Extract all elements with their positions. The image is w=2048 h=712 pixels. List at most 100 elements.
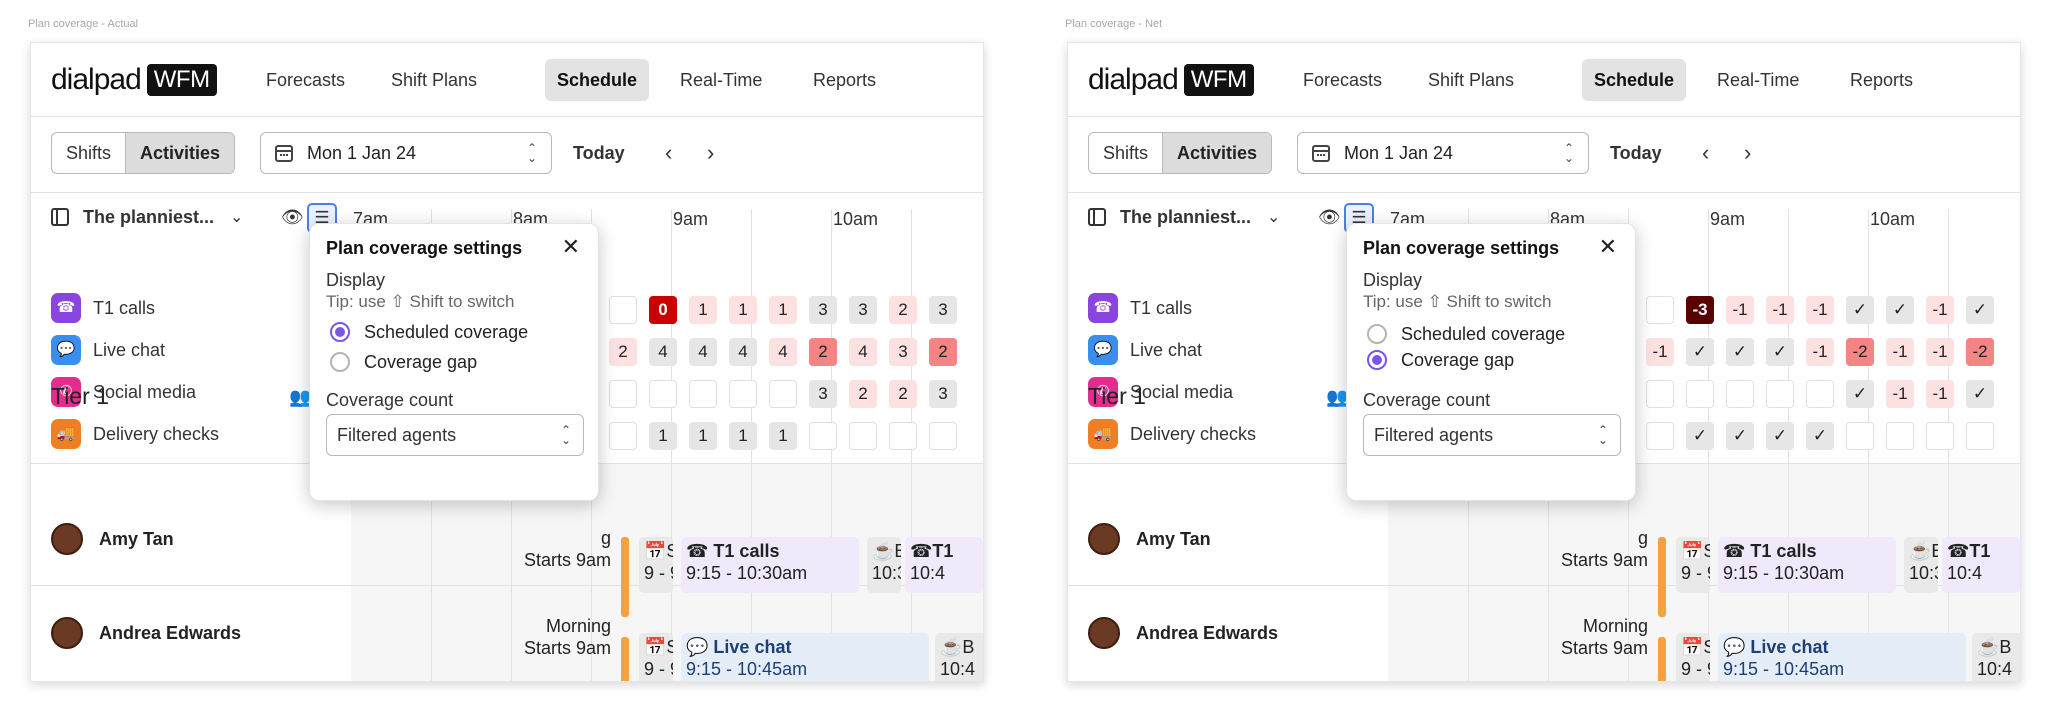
t1-calls-block[interactable]: ☎ T1 calls 9:15 - 10:30am xyxy=(1718,537,1896,593)
activity-block[interactable]: 📅S 9 - 9 xyxy=(639,537,673,593)
coverage-count-select[interactable]: Filtered agents ⌃ ⌄ xyxy=(1363,414,1621,456)
shift-bar[interactable] xyxy=(621,537,629,617)
coverage-cell[interactable] xyxy=(1846,422,1874,450)
coverage-cell[interactable] xyxy=(929,422,957,450)
coverage-cell[interactable] xyxy=(1646,422,1674,450)
coverage-cell[interactable] xyxy=(1646,380,1674,408)
coverage-cell[interactable]: -1 xyxy=(1926,338,1954,366)
coverage-cell[interactable]: 4 xyxy=(849,338,877,366)
coverage-cell[interactable] xyxy=(1686,380,1714,408)
coverage-count-select[interactable]: Filtered agents ⌃ ⌄ xyxy=(326,414,584,456)
coverage-cell[interactable]: ✓ xyxy=(1686,338,1714,366)
coverage-cell[interactable] xyxy=(609,296,637,324)
coverage-cell[interactable]: -1 xyxy=(1806,296,1834,324)
nav-shift-plans[interactable]: Shift Plans xyxy=(379,59,489,101)
today-button[interactable]: Today xyxy=(573,132,625,174)
break-block[interactable]: ☕B 10:3 xyxy=(1904,537,1938,593)
coverage-cell[interactable]: 2 xyxy=(849,380,877,408)
coverage-cell[interactable]: 1 xyxy=(729,296,757,324)
coverage-cell[interactable]: ✓ xyxy=(1966,380,1994,408)
coverage-cell[interactable]: 3 xyxy=(929,380,957,408)
t1-calls-block[interactable]: ☎T1 10:4 xyxy=(1942,537,2020,593)
coverage-cell[interactable]: 2 xyxy=(609,338,637,366)
break-block[interactable]: ☕B 10:4 xyxy=(1972,633,2020,681)
nav-real-time[interactable]: Real-Time xyxy=(1705,59,1811,101)
coverage-cell[interactable]: ✓ xyxy=(1886,296,1914,324)
coverage-cell[interactable]: -2 xyxy=(1966,338,1994,366)
coverage-cell[interactable]: ✓ xyxy=(1846,380,1874,408)
coverage-cell[interactable] xyxy=(1926,422,1954,450)
close-icon[interactable]: ✕ xyxy=(562,234,580,260)
coverage-cell[interactable] xyxy=(609,380,637,408)
coverage-cell[interactable] xyxy=(889,422,917,450)
coverage-cell[interactable]: ✓ xyxy=(1726,338,1754,366)
coverage-cell[interactable] xyxy=(689,380,717,408)
coverage-cell[interactable]: 1 xyxy=(769,296,797,324)
dialpad-wfm-logo[interactable]: dialpad WFM xyxy=(51,63,217,97)
activity-block[interactable]: 📅S 9 - 9 xyxy=(1676,633,1710,681)
coverage-cell[interactable] xyxy=(769,380,797,408)
coverage-cell[interactable]: 2 xyxy=(889,296,917,324)
shift-bar[interactable] xyxy=(1658,537,1666,617)
coverage-cell[interactable]: ✓ xyxy=(1766,338,1794,366)
scheduled-coverage-radio[interactable] xyxy=(330,322,350,342)
agent-row[interactable]: Andrea Edwards xyxy=(51,617,241,649)
coverage-cell[interactable]: 1 xyxy=(729,422,757,450)
coverage-cell[interactable]: 3 xyxy=(809,296,837,324)
t1-calls-block[interactable]: ☎ T1 calls 9:15 - 10:30am xyxy=(681,537,859,593)
nav-real-time[interactable]: Real-Time xyxy=(668,59,774,101)
nav-reports[interactable]: Reports xyxy=(801,59,888,101)
coverage-cell[interactable] xyxy=(849,422,877,450)
coverage-gap-label[interactable]: Coverage gap xyxy=(1401,350,1514,371)
live-chat-block[interactable]: 💬 Live chat 9:15 - 10:45am xyxy=(1718,633,1966,681)
coverage-cell[interactable]: 3 xyxy=(929,296,957,324)
t1-calls-block[interactable]: ☎T1 10:4 xyxy=(905,537,983,593)
coverage-cell[interactable]: ✓ xyxy=(1806,422,1834,450)
break-block[interactable]: ☕B 10:4 xyxy=(935,633,983,681)
eye-icon[interactable]: 👁 xyxy=(281,207,304,228)
activity-block[interactable]: 📅S 9 - 9 xyxy=(1676,537,1710,593)
coverage-cell[interactable]: 1 xyxy=(689,296,717,324)
activities-tab[interactable]: Activities xyxy=(125,133,235,173)
coverage-cell[interactable]: -1 xyxy=(1806,338,1834,366)
agent-row[interactable]: Andrea Edwards xyxy=(1088,617,1278,649)
coverage-cell[interactable] xyxy=(1726,380,1754,408)
eye-icon[interactable]: 👁 xyxy=(1318,207,1341,228)
coverage-cell[interactable] xyxy=(1886,422,1914,450)
coverage-gap-radio[interactable] xyxy=(1367,350,1387,370)
coverage-cell[interactable]: 2 xyxy=(929,338,957,366)
coverage-cell[interactable]: -1 xyxy=(1726,296,1754,324)
coverage-cell[interactable]: 3 xyxy=(809,380,837,408)
break-block[interactable]: ☕B 10:3 xyxy=(867,537,901,593)
coverage-cell[interactable]: 4 xyxy=(649,338,677,366)
shift-bar[interactable] xyxy=(1658,637,1666,681)
coverage-cell[interactable] xyxy=(809,422,837,450)
coverage-cell[interactable]: -1 xyxy=(1926,380,1954,408)
coverage-cell[interactable] xyxy=(1646,296,1674,324)
sidebar-toggle-icon[interactable] xyxy=(1088,208,1106,226)
sidebar-toggle-icon[interactable] xyxy=(51,208,69,226)
coverage-cell[interactable]: -1 xyxy=(1926,296,1954,324)
coverage-cell[interactable]: 4 xyxy=(769,338,797,366)
coverage-cell[interactable]: -1 xyxy=(1646,338,1674,366)
coverage-cell[interactable]: -2 xyxy=(1846,338,1874,366)
nav-forecasts[interactable]: Forecasts xyxy=(254,59,357,101)
coverage-cell[interactable] xyxy=(1806,380,1834,408)
coverage-cell[interactable] xyxy=(609,422,637,450)
agent-row[interactable]: Amy Tan xyxy=(51,523,174,555)
coverage-cell[interactable] xyxy=(729,380,757,408)
coverage-cell[interactable]: 4 xyxy=(689,338,717,366)
shifts-tab[interactable]: Shifts xyxy=(52,133,125,173)
coverage-cell[interactable] xyxy=(1766,380,1794,408)
live-chat-block[interactable]: 💬 Live chat 9:15 - 10:45am xyxy=(681,633,929,681)
coverage-cell[interactable]: ✓ xyxy=(1846,296,1874,324)
coverage-cell[interactable]: 4 xyxy=(729,338,757,366)
scheduled-coverage-label[interactable]: Scheduled coverage xyxy=(364,322,528,343)
nav-reports[interactable]: Reports xyxy=(1838,59,1925,101)
chevron-right-icon[interactable]: › xyxy=(707,132,714,174)
coverage-cell[interactable]: 3 xyxy=(889,338,917,366)
nav-forecasts[interactable]: Forecasts xyxy=(1291,59,1394,101)
coverage-cell[interactable]: -3 xyxy=(1686,296,1714,324)
coverage-cell[interactable]: 0 xyxy=(649,296,677,324)
coverage-cell[interactable]: ✓ xyxy=(1726,422,1754,450)
